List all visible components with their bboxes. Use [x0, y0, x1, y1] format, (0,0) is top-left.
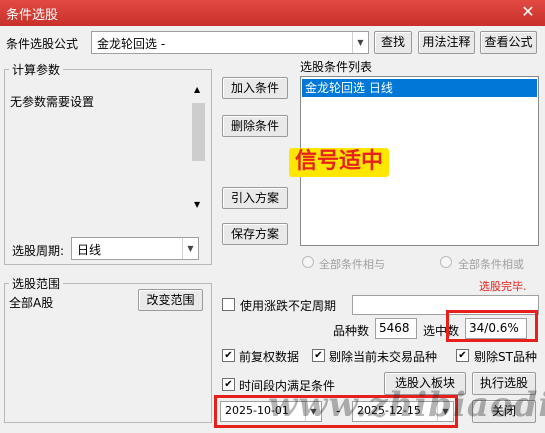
range-group-title: 选股范围 [9, 275, 64, 292]
watermark: www.zhibiaodi.com [268, 385, 545, 425]
title-bar: 条件选股 ✕ [0, 0, 545, 26]
variable-period-label: 使用涨跌不定周期 [240, 299, 337, 313]
count-value: 5468 [375, 318, 417, 339]
logic-or-label: 全部条件相或 [458, 258, 524, 271]
period-label: 选股周期: [12, 244, 65, 258]
params-group-title: 计算参数 [9, 61, 64, 78]
forward-adjust-label: 前复权数据 [239, 350, 300, 364]
save-plan-button[interactable]: 保存方案 [222, 223, 288, 245]
chevron-down-icon[interactable]: ▼ [352, 32, 368, 53]
no-params-text: 无参数需要设置 [10, 95, 95, 109]
signal-annotation: 信号适中 [289, 148, 390, 177]
change-range-button[interactable]: 改变范围 [138, 289, 203, 311]
time-range-checkbox[interactable]: ✔ [222, 378, 235, 391]
logic-and-label: 全部条件相与 [319, 258, 385, 271]
chevron-down-icon[interactable]: ▼ [182, 238, 198, 259]
period-value: 日线 [77, 243, 102, 257]
find-button[interactable]: 查找 [374, 31, 412, 54]
view-formula-button[interactable]: 查看公式 [480, 31, 537, 54]
count-label: 品种数 [333, 324, 370, 338]
close-icon[interactable]: ✕ [519, 2, 537, 22]
condition-list-title: 选股条件列表 [300, 60, 373, 74]
scroll-thumb[interactable] [192, 103, 205, 161]
import-plan-button[interactable]: 引入方案 [222, 187, 288, 209]
exclude-st-label: 剔除ST品种 [474, 350, 537, 364]
condition-list-item[interactable]: 金龙轮回选 日线 [302, 79, 537, 97]
range-value: 全部A股 [9, 296, 54, 310]
scroll-up-icon[interactable]: ▲ [194, 85, 200, 94]
scroll-down-icon[interactable]: ▼ [194, 200, 200, 209]
delete-condition-button[interactable]: 删除条件 [222, 115, 288, 137]
formula-label: 条件选股公式 [6, 37, 79, 51]
formula-value: 金龙轮回选 - [97, 37, 166, 51]
forward-adjust-checkbox[interactable]: ✔ [222, 349, 235, 362]
window-title: 条件选股 [6, 8, 59, 23]
status-text: 选股完毕. [479, 280, 527, 293]
formula-select[interactable]: 金龙轮回选 - ▼ [91, 31, 369, 54]
logic-or-radio[interactable] [440, 256, 452, 268]
usage-notes-button[interactable]: 用法注释 [418, 31, 475, 54]
exclude-st-checkbox[interactable]: ✔ [456, 349, 469, 362]
exclude-untraded-label: 剔除当前未交易品种 [329, 350, 438, 364]
logic-and-radio[interactable] [302, 256, 314, 268]
exclude-untraded-checkbox[interactable]: ✔ [312, 349, 325, 362]
add-condition-button[interactable]: 加入条件 [222, 77, 288, 99]
highlight-box [446, 310, 538, 342]
variable-period-checkbox[interactable] [222, 298, 235, 311]
period-select[interactable]: 日线 ▼ [71, 237, 199, 260]
params-scrollbar[interactable]: ▲ ▼ [191, 83, 206, 211]
